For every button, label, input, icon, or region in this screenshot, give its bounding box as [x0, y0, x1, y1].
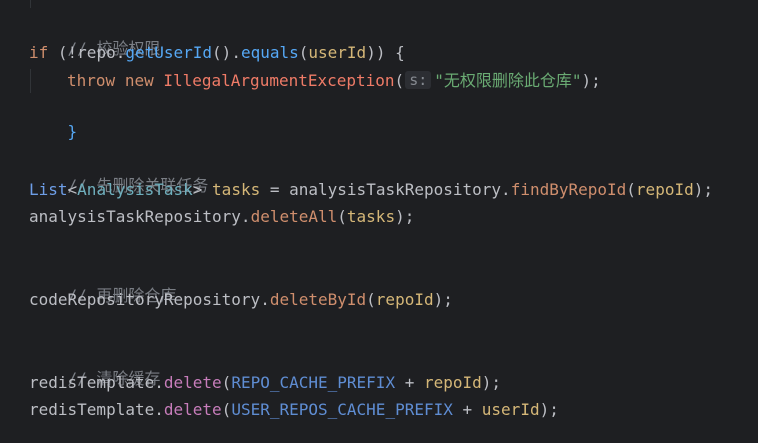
user-id-param: userId — [308, 43, 367, 62]
tasks-arg: tasks — [346, 207, 396, 226]
open-paren: ( — [221, 400, 232, 419]
open-paren: ( — [366, 290, 376, 309]
if-keyword: if — [29, 43, 49, 62]
close-call: ); — [693, 180, 713, 199]
code-line-15: redisTemplate.delete(USER_REPOS_CACHE_PR… — [29, 398, 559, 422]
code-repo-var: codeRepositoryRepository — [29, 290, 261, 309]
new-keyword: new — [124, 71, 154, 90]
plus: + — [452, 400, 482, 419]
find-by-repo-id-call: findByRepoId — [510, 180, 627, 199]
open-paren: ( — [626, 180, 636, 199]
empty-call: () — [212, 43, 232, 62]
delete-call: delete — [163, 400, 222, 419]
code-line-10: // 再删除仓库 — [29, 260, 177, 305]
if-close: )) { — [366, 43, 405, 62]
user-id-param: userId — [481, 400, 540, 419]
assign: = — [260, 180, 290, 199]
code-line-11: codeRepositoryRepository.deleteById(repo… — [29, 288, 453, 312]
open-paren: ( — [221, 373, 232, 392]
redis-var: redisTemplate — [29, 400, 155, 419]
tasks-var: tasks — [212, 180, 261, 199]
gt: > — [192, 180, 203, 199]
analysis-task-type: AnalysisTask — [77, 180, 193, 199]
delete-call: delete — [163, 373, 222, 392]
repo-var: repo — [77, 43, 116, 62]
close-call: ); — [395, 207, 415, 226]
user-repos-cache-prefix: USER_REPOS_CACHE_PREFIX — [231, 400, 453, 419]
delete-by-id-call: deleteById — [269, 290, 367, 309]
dot: . — [501, 180, 511, 199]
delete-all-call: deleteAll — [250, 207, 338, 226]
lt: < — [67, 180, 78, 199]
dot: . — [154, 400, 164, 419]
open-paren: ( — [298, 43, 309, 62]
throw-keyword: throw — [67, 71, 116, 90]
dot: . — [260, 290, 270, 309]
open-paren: ( — [394, 71, 405, 90]
code-line-4: } — [29, 96, 78, 141]
open-paren: ( — [337, 207, 347, 226]
code-line-8: analysisTaskRepository.deleteAll(tasks); — [29, 205, 414, 229]
get-user-id-call: getUserId — [125, 43, 213, 62]
indent-guide — [30, 0, 31, 8]
code-line-2: if (!repo.getUserId().equals(userId)) { — [29, 41, 405, 65]
code-line-3: throw new IllegalArgumentException(s: "无权… — [67, 69, 601, 93]
repo-cache-prefix: REPO_CACHE_PREFIX — [231, 373, 396, 392]
analysis-repo-var: analysisTaskRepository — [29, 207, 241, 226]
code-line-1: // 校验权限 — [29, 13, 161, 58]
exception-class: IllegalArgumentException — [163, 71, 395, 90]
code-line-6: // 先删除关联任务 — [29, 150, 209, 195]
dot: . — [240, 207, 251, 226]
close-throw: ); — [581, 71, 601, 90]
code-editor[interactable]: // 校验权限 if (!repo.getUserId().equals(use… — [0, 0, 758, 443]
repo-id-param: repoId — [423, 373, 482, 392]
exception-message: "无权限删除此仓库" — [434, 71, 582, 90]
list-type: List — [29, 180, 68, 199]
redis-var: redisTemplate — [29, 373, 155, 392]
analysis-repo-var: analysisTaskRepository — [289, 180, 502, 199]
close-call: ); — [539, 400, 559, 419]
close-call: ); — [433, 290, 453, 309]
dot: . — [115, 43, 126, 62]
plus: + — [395, 373, 424, 392]
if-open: (! — [48, 43, 78, 62]
repo-id-param: repoId — [635, 180, 694, 199]
equals-call: equals — [240, 43, 299, 62]
dot: . — [231, 43, 241, 62]
dot: . — [154, 373, 164, 392]
code-line-7: List<AnalysisTask> tasks = analysisTaskR… — [29, 178, 713, 202]
close-call: ); — [481, 373, 502, 392]
code-line-13: // 清除缓存 — [29, 343, 161, 388]
code-line-14: redisTemplate.delete(REPO_CACHE_PREFIX +… — [29, 371, 501, 395]
param-hint: s: — [405, 71, 432, 89]
close-brace: } — [67, 122, 78, 141]
repo-id-param: repoId — [375, 290, 434, 309]
